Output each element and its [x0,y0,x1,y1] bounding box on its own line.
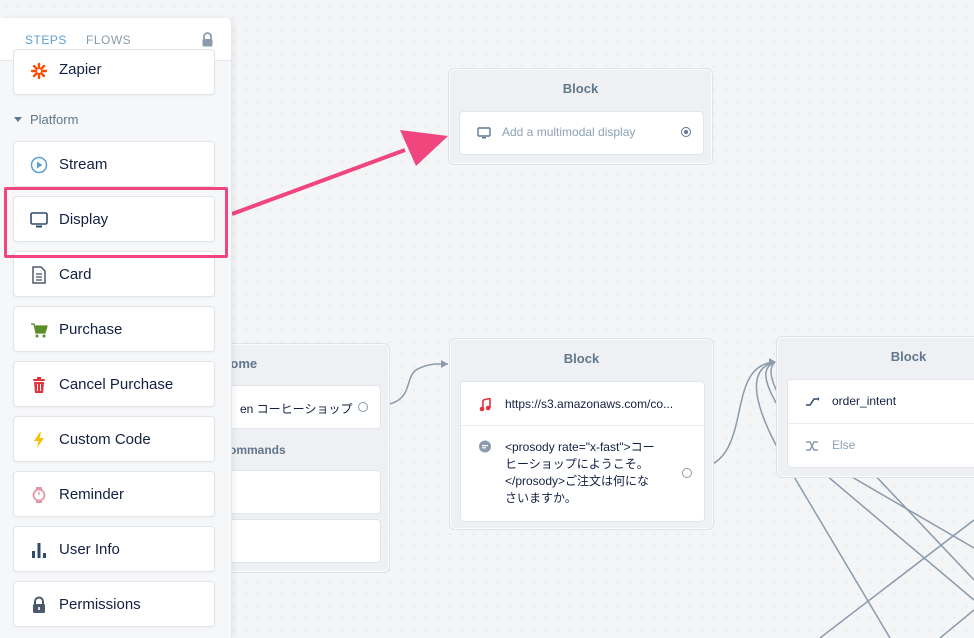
audio-step-text: https://s3.amazonaws.com/co... [505,397,674,411]
else-text: Else [832,438,856,452]
wire-diag-3 [939,609,974,638]
sidebar-item-label: Cancel Purchase [59,376,174,393]
sidebar-item-custom-code[interactable]: Custom Code [13,416,215,462]
intent-text: order_intent [832,394,897,408]
wire-arrowhead [441,360,448,368]
home-step-text: en コーヒーショップ [240,402,353,416]
tab-steps[interactable]: STEPS [25,33,67,47]
if-step[interactable]: order_intent Else [787,379,974,468]
middle-block[interactable]: Block https://s3.amazonaws.com/co... <pr… [449,338,714,530]
bar-chart-icon [30,541,48,559]
speak-step[interactable]: <prosody rate="x-fast">コーヒーショップにようこそ。</p… [477,439,674,507]
display-step-text: Add a multimodal display [502,125,636,139]
commands-label: ommands [229,443,286,457]
sidebar-item-purchase[interactable]: Purchase [13,306,215,352]
display-block[interactable]: Block Add a multimodal display [448,68,713,165]
sidebar-item-label: Stream [59,156,108,173]
audio-step[interactable]: https://s3.amazonaws.com/co... [477,397,688,413]
block-title: Block [562,81,599,96]
lock-icon [30,596,48,614]
watch-icon [30,486,48,504]
sidebar-item-label: User Info [59,541,120,558]
section-label-text: Platform [30,112,79,127]
wire-diag-2 [819,519,974,638]
sidebar-item-label: Reminder [59,486,125,503]
sidebar-item-label: Zapier [59,61,102,78]
output-port[interactable] [358,402,368,412]
sidebar-item-label: Purchase [59,321,123,338]
monitor-icon [476,125,492,141]
sidebar-item-reminder[interactable]: Reminder [13,471,215,517]
output-port[interactable] [682,468,692,478]
sidebar-item-label: Custom Code [59,431,151,448]
sidebar-item-stream[interactable]: Stream [13,141,215,187]
sidebar-item-zapier[interactable]: Zapier [13,49,215,95]
display-step[interactable]: Add a multimodal display [459,111,704,155]
sidebar-item-cancel-purchase[interactable]: Cancel Purchase [13,361,215,407]
tab-flows[interactable]: FLOWS [86,33,131,47]
cart-icon [30,321,48,339]
caret-down-icon [14,117,22,122]
annotation-arrowhead [400,130,448,166]
branch-icon [804,394,820,410]
block-title: Block [890,349,927,364]
sidebar-item-permissions[interactable]: Permissions [13,581,215,627]
document-icon [30,266,48,284]
steps-card[interactable]: https://s3.amazonaws.com/co... <prosody … [460,381,705,522]
speak-step-text: <prosody rate="x-fast">コーヒーショップにようこそ。</p… [505,440,655,505]
lightning-icon [30,431,48,449]
right-block[interactable]: Block order_intent Else [776,336,974,478]
display-highlight-box [4,187,228,258]
sidebar-item-user-info[interactable]: User Info [13,526,215,572]
zapier-icon [30,62,48,80]
sidebar-item-label: Permissions [59,596,141,613]
shuffle-icon [804,438,820,454]
block-title: Block [563,351,600,366]
trash-icon [30,376,48,394]
target-port[interactable] [681,127,691,137]
music-note-icon [477,397,493,413]
steps-sidebar: STEPS FLOWS Zapier Platform Stream Displ… [0,18,232,638]
sidebar-item-label: Card [59,266,92,283]
section-platform[interactable]: Platform [14,112,78,127]
annotation-arrow-line [231,148,406,216]
speech-bubble-icon [477,439,493,455]
play-circle-icon [30,156,48,174]
